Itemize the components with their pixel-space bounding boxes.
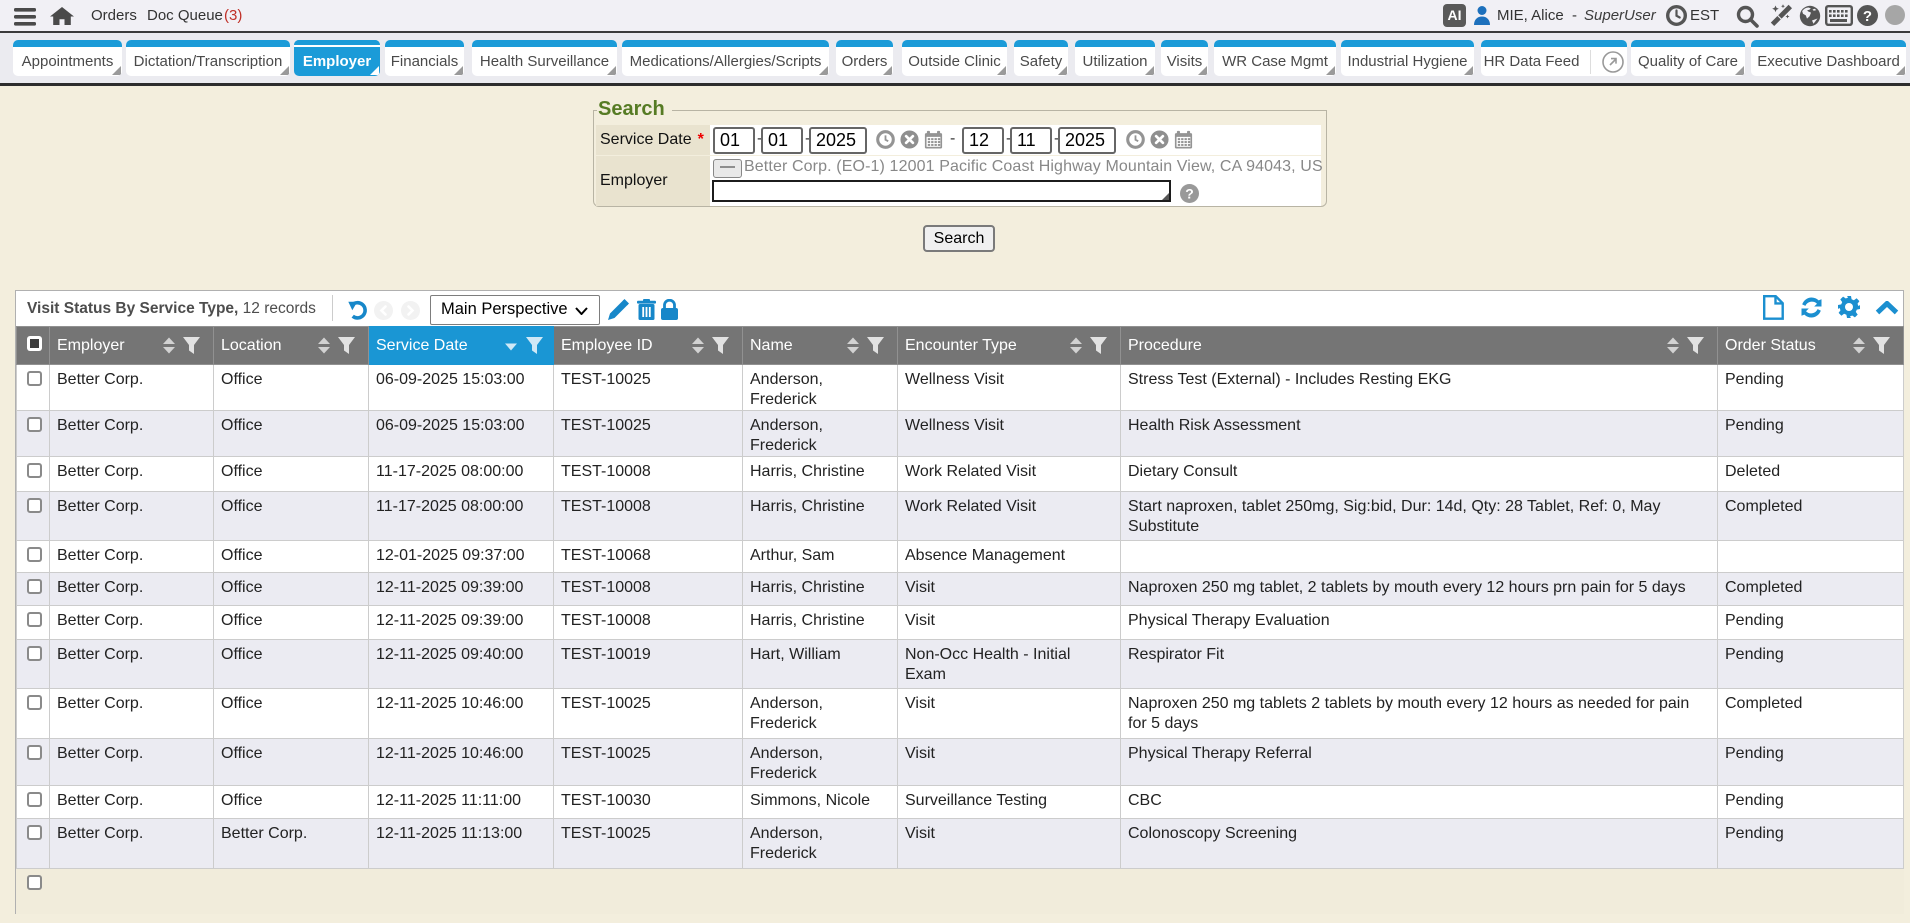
svg-text:?: ? (1863, 8, 1872, 25)
svg-text:?: ? (1185, 186, 1194, 202)
